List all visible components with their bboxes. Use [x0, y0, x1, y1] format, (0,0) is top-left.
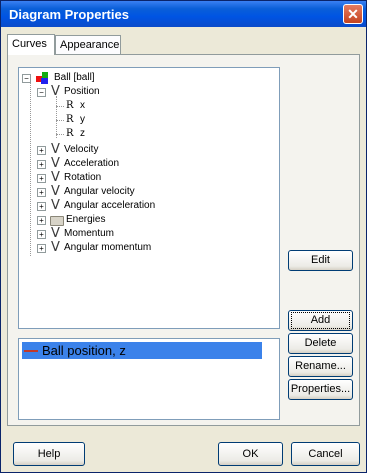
tree-label: Energies: [66, 214, 106, 225]
add-button[interactable]: Add: [288, 310, 353, 331]
ball-object-icon: [36, 72, 49, 84]
curve-label: Ball position, z: [42, 343, 126, 358]
vector-icon: V: [51, 84, 60, 99]
tree-label: Velocity: [64, 144, 99, 155]
tree-label: Angular acceleration: [64, 200, 156, 211]
title-bar[interactable]: Diagram Properties ✕: [1, 1, 366, 27]
rename-button[interactable]: Rename...: [288, 356, 353, 377]
edit-button[interactable]: Edit: [288, 250, 353, 271]
tree-label: Ball [ball]: [54, 72, 95, 83]
expand-icon[interactable]: +: [37, 230, 46, 239]
vector-icon: V: [51, 156, 60, 171]
curve-item[interactable]: Ball position, z: [22, 342, 262, 359]
tree-label: Rotation: [64, 172, 102, 183]
expand-icon[interactable]: +: [37, 174, 46, 183]
expand-icon[interactable]: +: [37, 202, 46, 211]
expand-icon[interactable]: +: [37, 216, 46, 225]
window-title: Diagram Properties: [9, 7, 129, 22]
real-scalar-icon: R: [66, 114, 74, 125]
collapse-icon[interactable]: −: [22, 74, 31, 83]
curve-color-swatch: [24, 350, 38, 352]
delete-button[interactable]: Delete: [288, 333, 353, 354]
tab-curves[interactable]: Curves: [7, 34, 55, 55]
vector-icon: V: [51, 170, 60, 185]
help-button[interactable]: Help: [13, 442, 85, 466]
expand-icon[interactable]: +: [37, 188, 46, 197]
vector-icon: V: [51, 240, 60, 255]
tree-label: Acceleration: [64, 158, 120, 169]
tree-node-x[interactable]: R x: [19, 99, 269, 113]
close-button[interactable]: ✕: [343, 4, 363, 24]
vector-icon: V: [51, 226, 60, 241]
tree-node-velocity[interactable]: + V Velocity: [19, 143, 269, 157]
ok-button[interactable]: OK: [218, 442, 283, 466]
tree-label: Position: [64, 86, 100, 97]
tree-node-z[interactable]: R z: [19, 127, 269, 141]
tree-node-rotation[interactable]: + V Rotation: [19, 171, 269, 185]
expand-icon[interactable]: +: [37, 244, 46, 253]
folder-icon: [50, 216, 64, 226]
tree-node-acceleration[interactable]: + V Acceleration: [19, 157, 269, 171]
curves-tab-panel: − Ball [ball] − V Position R x R y R z +…: [7, 54, 360, 426]
tree-node-momentum[interactable]: + V Momentum: [19, 227, 269, 241]
tree-label: Angular momentum: [64, 242, 152, 253]
tree-label: z: [80, 128, 85, 139]
tree-label: y: [80, 114, 85, 125]
tree-node-angular-momentum[interactable]: + V Angular momentum: [19, 241, 269, 255]
tree-label: Momentum: [64, 228, 115, 239]
tree-label: Angular velocity: [64, 186, 135, 197]
tree-node-energies[interactable]: + Energies: [19, 213, 269, 227]
tree-node-angular-velocity[interactable]: + V Angular velocity: [19, 185, 269, 199]
dialog-window: Diagram Properties ✕ Curves Appearance −…: [0, 0, 367, 473]
tree-node-position[interactable]: − V Position: [19, 85, 269, 99]
tree-node-ball[interactable]: − Ball [ball]: [19, 71, 269, 85]
tab-appearance[interactable]: Appearance: [55, 35, 121, 54]
tree-label: x: [80, 100, 85, 111]
properties-button[interactable]: Properties...: [288, 379, 353, 400]
vector-icon: V: [51, 184, 60, 199]
vector-icon: V: [51, 198, 60, 213]
close-icon: ✕: [347, 6, 359, 22]
tree-node-y[interactable]: R y: [19, 113, 269, 127]
real-scalar-icon: R: [66, 100, 74, 111]
curves-list[interactable]: Ball position, z: [18, 338, 280, 420]
vector-icon: V: [51, 142, 60, 157]
collapse-icon[interactable]: −: [37, 88, 46, 97]
cancel-button[interactable]: Cancel: [291, 442, 360, 466]
expand-icon[interactable]: +: [37, 146, 46, 155]
expand-icon[interactable]: +: [37, 160, 46, 169]
real-scalar-icon: R: [66, 128, 74, 139]
variable-tree[interactable]: − Ball [ball] − V Position R x R y R z +…: [18, 67, 280, 329]
add-button-label: Add: [291, 312, 350, 329]
tree-node-angular-acceleration[interactable]: + V Angular acceleration: [19, 199, 269, 213]
